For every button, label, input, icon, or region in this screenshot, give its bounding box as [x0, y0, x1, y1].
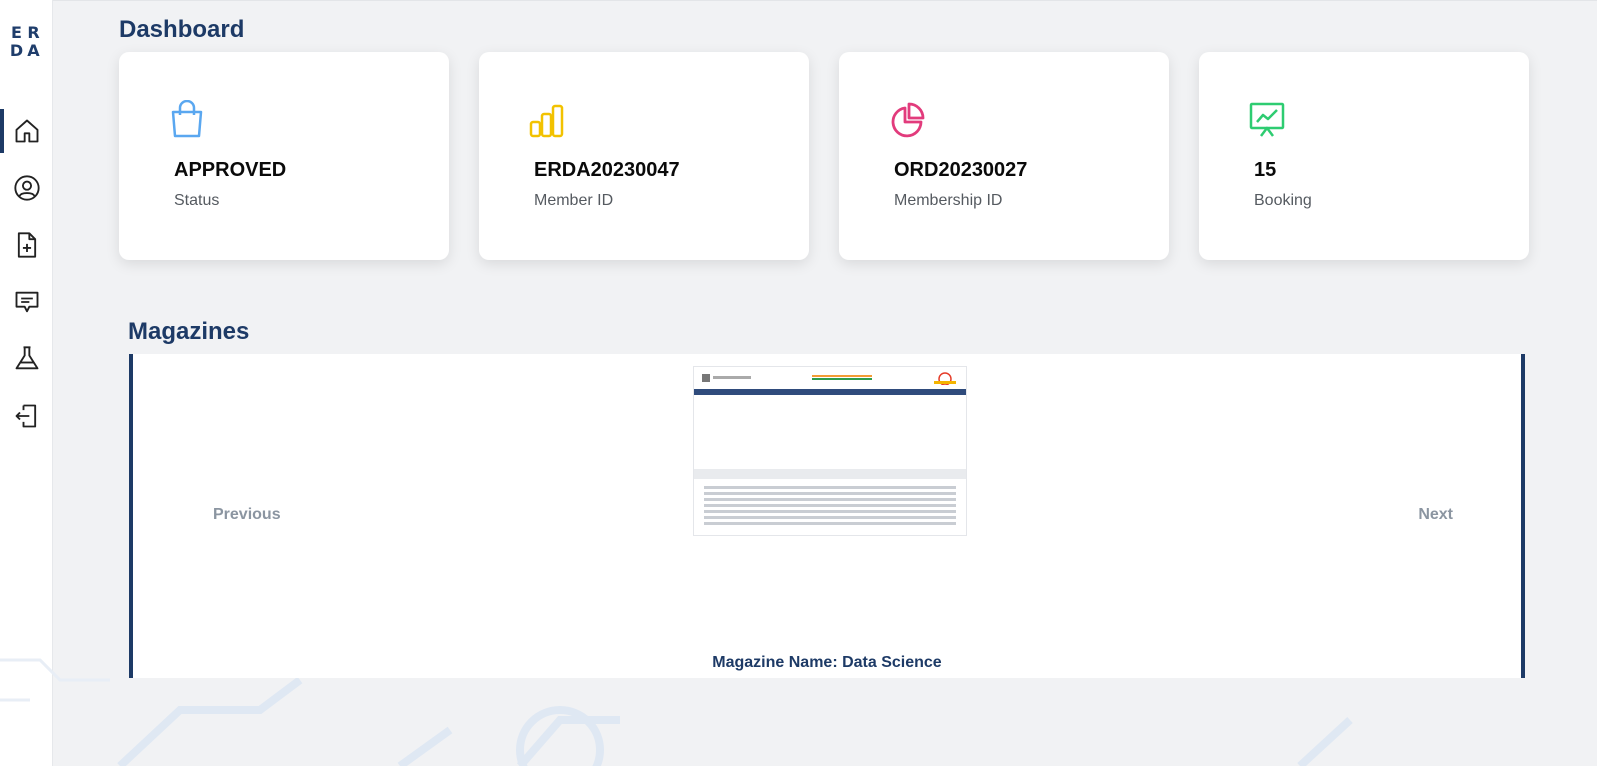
home-icon [15, 119, 38, 143]
booking-value: 15 [1254, 159, 1277, 181]
membership-id-card: ORD20230027 Membership ID [839, 52, 1169, 260]
flag-stripe-icon [812, 375, 872, 380]
member-id-value: ERDA20230047 [534, 159, 680, 181]
doc-note-bar [694, 469, 966, 479]
top-border [0, 0, 1597, 1]
sidebar-item-logout[interactable] [0, 394, 53, 438]
magazine-name: Magazine Name: Data Science [712, 654, 942, 671]
magazine-cover-image[interactable] [693, 366, 967, 536]
magazine-carousel: Previous Next Magazine Name: Data Scienc… [129, 354, 1525, 678]
sidebar-item-home[interactable] [0, 109, 53, 153]
sidebar: E R D A [0, 0, 53, 766]
flask-icon [15, 346, 38, 370]
status-value: APPROVED [174, 159, 287, 181]
doc-row [694, 425, 966, 435]
erda-logo[interactable]: E R D A [8, 24, 42, 60]
status-label: Status [174, 192, 220, 209]
next-button[interactable]: Next [1418, 506, 1453, 524]
emblem-icon [702, 374, 751, 382]
doc-row [694, 445, 966, 455]
aadhaar-logo-icon [934, 372, 956, 385]
logo-letter: E [11, 23, 22, 42]
membership-id-label: Membership ID [894, 192, 1003, 209]
message-icon [15, 291, 38, 313]
user-circle-icon [13, 175, 40, 201]
status-card: APPROVED Status [119, 52, 449, 260]
doc-row [694, 455, 966, 465]
pie-chart-icon [891, 102, 925, 138]
logo-letter: A [27, 41, 40, 60]
sidebar-item-new-document[interactable] [0, 223, 53, 267]
doc-row [694, 415, 966, 425]
logo-letter: D [9, 41, 24, 60]
doc-row [694, 395, 966, 405]
member-id-card: ERDA20230047 Member ID [479, 52, 809, 260]
membership-id-value: ORD20230027 [894, 159, 1028, 181]
booking-label: Booking [1254, 192, 1312, 209]
shopping-bag-icon [171, 100, 203, 138]
doc-header [694, 367, 966, 389]
sidebar-item-lab[interactable] [0, 337, 53, 381]
doc-notes [694, 479, 966, 532]
page-title: Dashboard [119, 16, 245, 43]
doc-row [694, 405, 966, 415]
doc-row [694, 435, 966, 445]
sidebar-item-profile[interactable] [0, 166, 53, 210]
member-id-label: Member ID [534, 192, 614, 209]
file-add-icon [17, 232, 36, 258]
previous-button[interactable]: Previous [213, 506, 281, 524]
bar-chart-icon [529, 104, 564, 138]
presentation-chart-icon [1249, 102, 1285, 137]
logout-icon [15, 404, 36, 428]
booking-card: 15 Booking [1199, 52, 1529, 260]
logo-letter: R [27, 23, 40, 42]
magazines-title: Magazines [128, 318, 250, 345]
sidebar-item-messages[interactable] [0, 280, 53, 324]
